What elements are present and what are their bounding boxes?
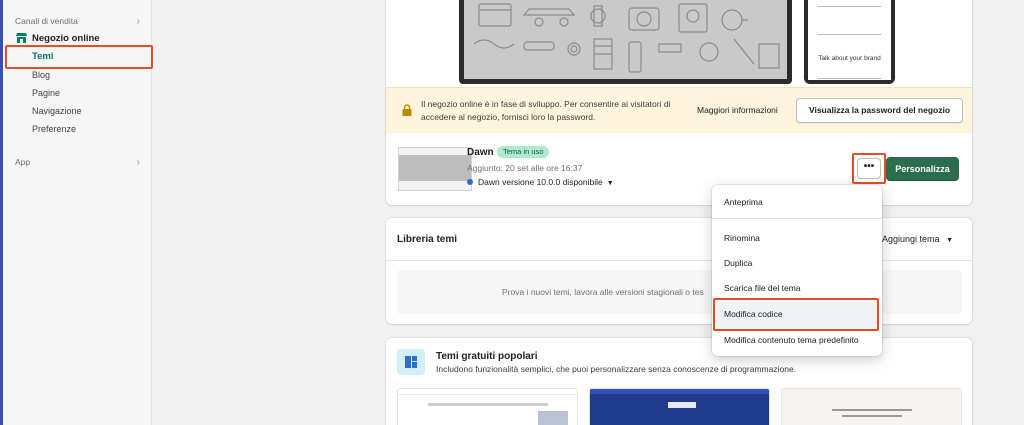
caret-down-icon: ▼	[946, 237, 953, 244]
development-banner: Il negozio online è in fase di sviluppo.…	[386, 87, 972, 133]
free-themes-subtitle: Includono funzionalità semplici, che puo…	[436, 364, 797, 374]
highlight-box-themes	[5, 45, 153, 69]
theme-card[interactable]	[781, 388, 962, 425]
menu-item-preview[interactable]: Anteprima	[724, 197, 763, 207]
menu-item-edit-default-content[interactable]: Modifica contenuto tema predefinito	[724, 335, 859, 345]
sidebar-item-store[interactable]: Negozio online	[32, 33, 100, 44]
chevron-right-icon: ›	[136, 157, 140, 168]
caret-down-icon: ▼	[606, 180, 614, 187]
sidebar: Canali di vendita › Negozio online Temi …	[3, 0, 153, 425]
theme-card[interactable]	[589, 388, 770, 425]
theme-thumbnail	[398, 147, 472, 191]
lock-icon	[402, 104, 412, 116]
product-illustration	[473, 3, 780, 73]
store-icon	[16, 33, 27, 43]
mobile-preview-text: Talk about your brand	[818, 55, 881, 62]
theme-version-dropdown[interactable]: Dawn versione 10.0.0 disponibile ▼	[467, 177, 614, 187]
sidebar-item-blog[interactable]: Blog	[32, 70, 50, 80]
menu-item-download[interactable]: Scarica file del tema	[724, 283, 801, 293]
theme-added-date: Aggiunto: 20 set alle ore 16:37	[467, 163, 583, 173]
highlight-box-edit-code	[713, 298, 879, 331]
themes-icon	[397, 349, 425, 375]
menu-item-rename[interactable]: Rinomina	[724, 233, 760, 243]
more-actions-button[interactable]: •••	[857, 158, 881, 179]
free-themes-card: Temi gratuiti popolari Includono funzion…	[386, 338, 972, 425]
desktop-preview	[459, 0, 792, 84]
chevron-right-icon: ›	[136, 16, 140, 27]
info-dot-icon	[467, 179, 473, 185]
free-themes-title: Temi gratuiti popolari	[436, 351, 538, 362]
add-theme-button[interactable]: Aggiungi tema ▼	[882, 234, 953, 244]
view-password-button[interactable]: Visualizza la password del negozio	[796, 98, 963, 123]
theme-name: Dawn	[467, 147, 494, 158]
theme-card[interactable]	[397, 388, 578, 425]
mobile-preview: Talk about your brand	[804, 0, 895, 84]
theme-library-card: Libreria temi Aggiungi tema ▼ Prova i nu…	[386, 218, 972, 324]
more-info-link[interactable]: Maggiori informazioni	[697, 105, 778, 115]
library-title: Libreria temi	[397, 234, 458, 245]
sidebar-item-preferences[interactable]: Preferenze	[32, 124, 76, 134]
menu-item-duplicate[interactable]: Duplica	[724, 258, 752, 268]
sidebar-item-navigation[interactable]: Navigazione	[32, 106, 82, 116]
sidebar-item-pages[interactable]: Pagine	[32, 88, 60, 98]
sidebar-item-themes[interactable]: Temi	[32, 51, 53, 62]
banner-text: Il negozio online è in fase di sviluppo.…	[421, 99, 671, 122]
customize-button[interactable]: Personalizza	[886, 157, 959, 181]
status-badge: Tema in uso	[497, 146, 550, 158]
